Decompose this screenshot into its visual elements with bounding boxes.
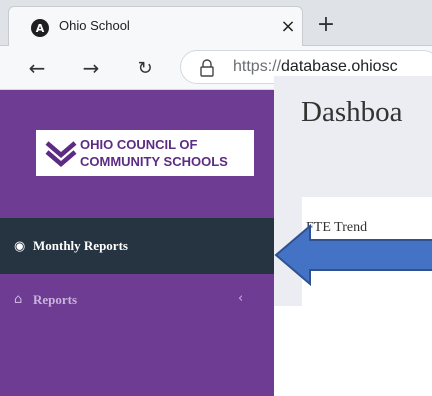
sidebar-item-label: Reports bbox=[33, 292, 78, 307]
close-tab-icon[interactable]: × bbox=[277, 15, 299, 37]
logo-line-2: COMMUNITY SCHOOLS bbox=[80, 154, 228, 169]
chevron-left-icon[interactable]: ‹ bbox=[238, 291, 243, 306]
url-text: https://database.ohiosc bbox=[233, 58, 398, 76]
chevron-logo-icon bbox=[45, 141, 77, 167]
dashboard-icon: ◉ bbox=[14, 239, 26, 254]
sidebar-item-reports[interactable]: ⌂ Reports ‹ bbox=[0, 286, 274, 314]
forward-arrow-icon[interactable]: → bbox=[78, 55, 104, 81]
reload-icon[interactable]: ↻ bbox=[132, 55, 158, 81]
site-favicon-icon: A bbox=[31, 19, 49, 37]
bank-icon: ⌂ bbox=[14, 292, 23, 307]
logo-line-1: OHIO COUNCIL OF bbox=[80, 137, 198, 152]
sidebar: OHIO COUNCIL OF COMMUNITY SCHOOLS ◉ Mont… bbox=[0, 90, 274, 396]
url-host: database.ohiosc bbox=[281, 58, 398, 75]
browser-tabstrip: A Ohio School × + bbox=[0, 0, 432, 46]
url-scheme: https:// bbox=[233, 58, 282, 75]
lock-icon bbox=[200, 59, 214, 77]
sidebar-logo[interactable]: OHIO COUNCIL OF COMMUNITY SCHOOLS bbox=[36, 130, 254, 176]
sidebar-item-monthly-reports[interactable]: ◉ Monthly Reports bbox=[0, 218, 274, 274]
annotation-arrow-icon bbox=[274, 223, 432, 287]
back-arrow-icon[interactable]: ← bbox=[24, 55, 50, 81]
browser-tab[interactable]: A Ohio School × bbox=[8, 6, 303, 46]
tab-title: Ohio School bbox=[59, 18, 130, 33]
page-title: Dashboa bbox=[301, 96, 403, 128]
new-tab-icon[interactable]: + bbox=[314, 12, 338, 37]
sidebar-item-label: Monthly Reports bbox=[33, 238, 128, 253]
